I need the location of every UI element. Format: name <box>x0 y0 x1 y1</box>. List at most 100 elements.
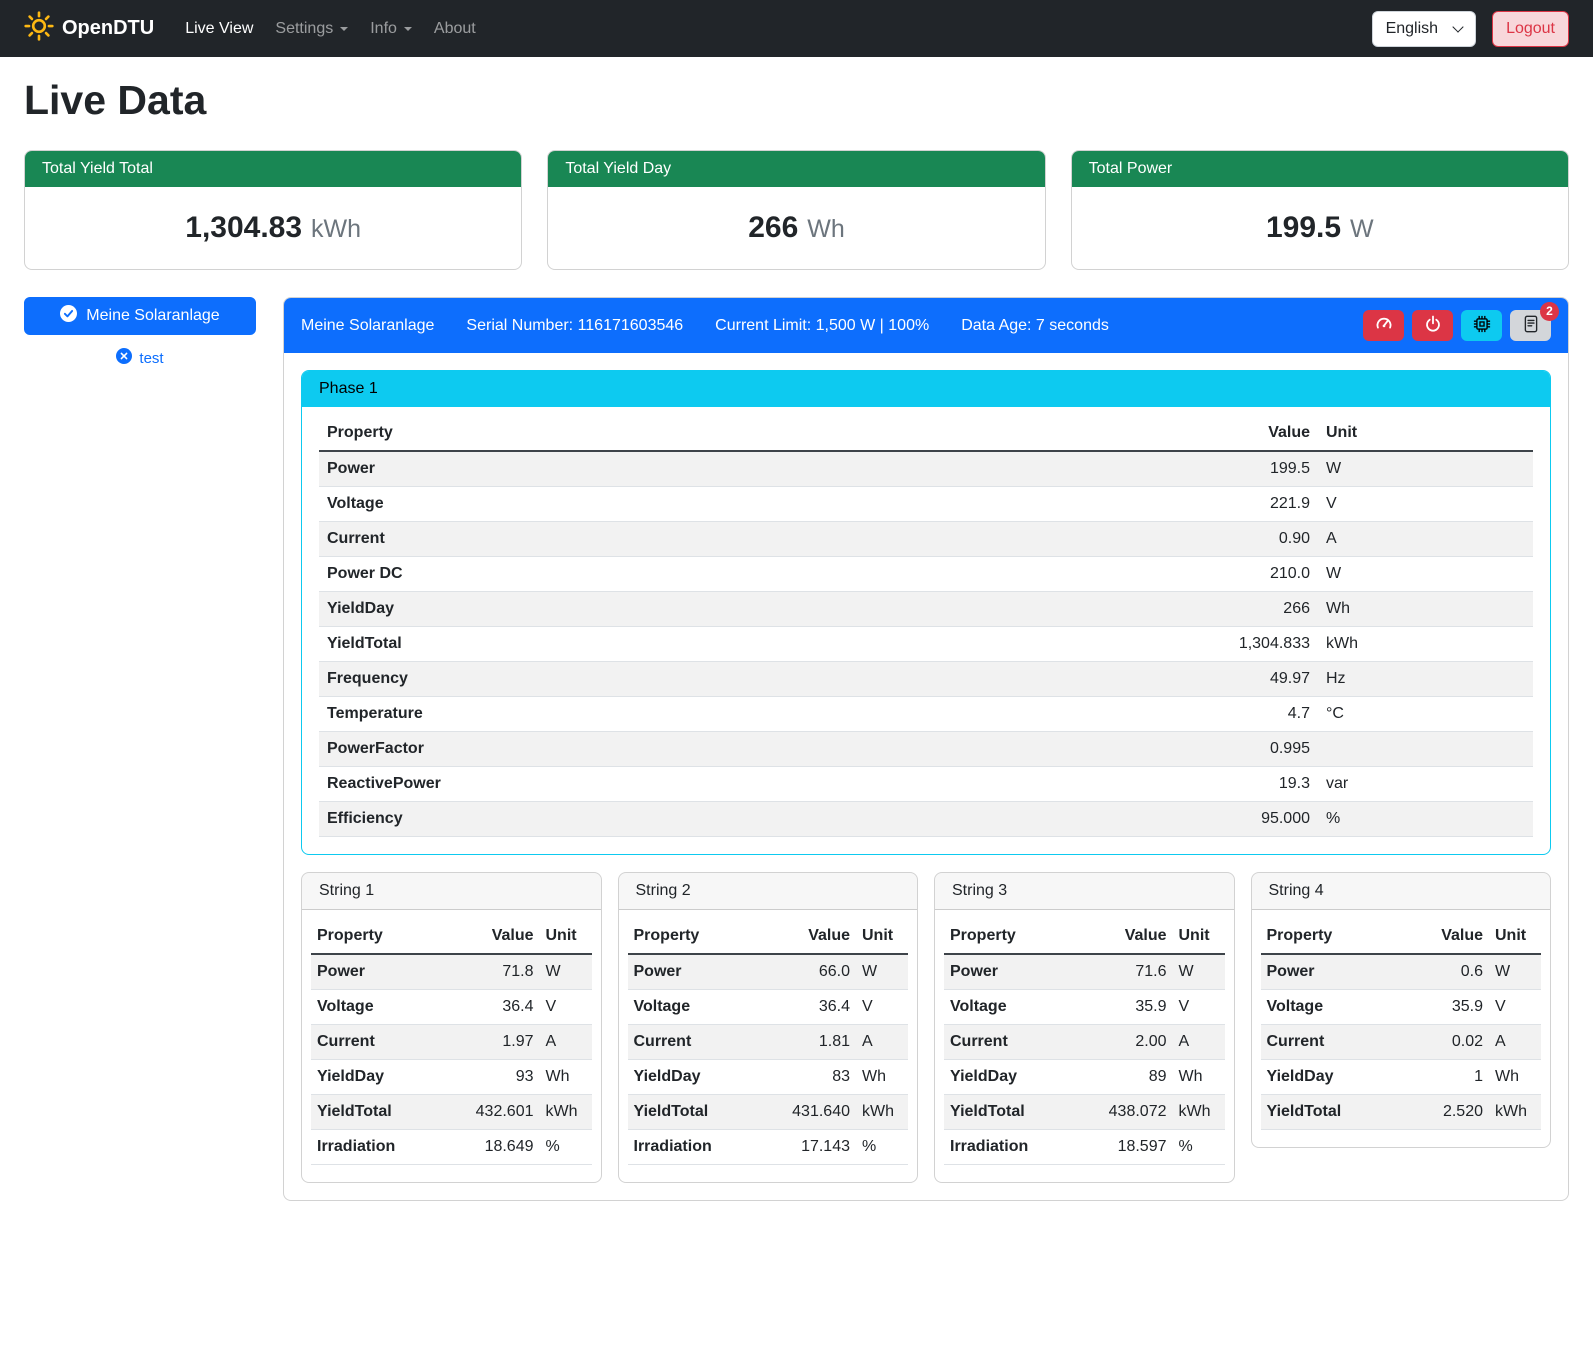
unit-cell <box>1318 732 1533 767</box>
value-cell: 36.4 <box>425 990 539 1025</box>
inverter-test-link[interactable]: test <box>24 348 256 368</box>
inverter-test-label: test <box>139 350 163 367</box>
sun-logo-icon <box>24 11 54 47</box>
unit-cell: A <box>1489 1025 1541 1060</box>
table-row: Power DC 210.0 W <box>319 557 1533 592</box>
nav-about[interactable]: About <box>425 12 485 46</box>
unit-cell: A <box>856 1025 908 1060</box>
value-cell: 19.3 <box>819 767 1319 802</box>
journal-icon <box>1522 315 1540 336</box>
unit-cell: V <box>1489 990 1541 1025</box>
power-button[interactable] <box>1412 310 1453 341</box>
value-cell: 95.000 <box>819 802 1319 837</box>
caret-down-icon <box>404 27 412 31</box>
property-cell: ReactivePower <box>319 767 819 802</box>
language-select-value: English <box>1386 20 1438 38</box>
unit-cell: Wh <box>1318 592 1533 627</box>
unit-cell: kWh <box>856 1095 908 1130</box>
table-row: Power 71.6 W <box>944 954 1225 990</box>
value-column-header: Value <box>1058 919 1172 954</box>
property-cell: Power <box>311 954 425 990</box>
property-cell: Power <box>1261 954 1375 990</box>
unit-column-header: Unit <box>856 919 908 954</box>
nav-info-label: Info <box>370 20 397 38</box>
value-cell: 18.649 <box>425 1130 539 1165</box>
inverter-current-limit: Current Limit: 1,500 W | 100% <box>715 317 929 335</box>
value-cell: 83 <box>742 1060 856 1095</box>
table-row: YieldTotal 1,304.833 kWh <box>319 627 1533 662</box>
table-row: Power 199.5 W <box>319 451 1533 487</box>
nav-live-view[interactable]: Live View <box>176 12 262 46</box>
table-header-row: Property Value Unit <box>319 416 1533 451</box>
nav-info[interactable]: Info <box>361 12 421 46</box>
property-cell: Frequency <box>319 662 819 697</box>
unit-cell: % <box>856 1130 908 1165</box>
value-cell: 2.00 <box>1058 1025 1172 1060</box>
inverter-info-button[interactable] <box>1461 310 1502 341</box>
unit-column-header: Unit <box>1318 416 1533 451</box>
unit-cell: W <box>1318 451 1533 487</box>
summary-card-unit: W <box>1350 215 1374 243</box>
summary-card: Total Yield Total 1,304.83kWh <box>24 150 522 270</box>
value-cell: 0.02 <box>1375 1025 1489 1060</box>
property-cell: Irradiation <box>944 1130 1058 1165</box>
table-row: Irradiation 18.649 % <box>311 1130 592 1165</box>
nav-settings[interactable]: Settings <box>266 12 357 46</box>
limit-settings-button[interactable] <box>1363 310 1404 341</box>
value-cell: 432.601 <box>425 1095 539 1130</box>
page-title: Live Data <box>24 77 1569 124</box>
inverter-sidebar: Meine Solaranlage test <box>24 297 256 368</box>
table-row: Voltage 35.9 V <box>1261 990 1542 1025</box>
table-row: ReactivePower 19.3 var <box>319 767 1533 802</box>
unit-cell: W <box>540 954 592 990</box>
table-header-row: Property Value Unit <box>944 919 1225 954</box>
summary-card-unit: kWh <box>311 215 361 243</box>
strings-row: String 1 Property Value Unit <box>301 872 1551 1183</box>
unit-cell: A <box>1173 1025 1225 1060</box>
property-cell: Voltage <box>311 990 425 1025</box>
nav-settings-label: Settings <box>275 20 333 38</box>
value-cell: 0.995 <box>819 732 1319 767</box>
inverter-data-age: Data Age: 7 seconds <box>961 317 1109 335</box>
value-cell: 221.9 <box>819 487 1319 522</box>
summary-card-value: 199.5 <box>1266 211 1341 244</box>
unit-column-header: Unit <box>1489 919 1541 954</box>
unit-cell: V <box>856 990 908 1025</box>
brand[interactable]: OpenDTU <box>24 11 154 47</box>
language-select[interactable]: English <box>1372 11 1476 47</box>
value-cell: 4.7 <box>819 697 1319 732</box>
property-column-header: Property <box>944 919 1058 954</box>
x-circle-icon <box>116 348 132 368</box>
unit-cell: A <box>1318 522 1533 557</box>
property-cell: Power <box>628 954 742 990</box>
property-cell: YieldDay <box>1261 1060 1375 1095</box>
property-cell: YieldDay <box>319 592 819 627</box>
value-column-header: Value <box>742 919 856 954</box>
summary-row: Total Yield Total 1,304.83kWh Total Yiel… <box>24 150 1569 270</box>
unit-cell: V <box>1318 487 1533 522</box>
table-row: Voltage 36.4 V <box>628 990 909 1025</box>
string-card: String 4 Property Value Unit <box>1251 872 1552 1148</box>
inverter-select-button[interactable]: Meine Solaranlage <box>24 297 256 335</box>
unit-cell: °C <box>1318 697 1533 732</box>
property-cell: Efficiency <box>319 802 819 837</box>
string-table: Property Value Unit Power <box>628 919 909 1165</box>
value-cell: 71.8 <box>425 954 539 990</box>
table-row: Temperature 4.7 °C <box>319 697 1533 732</box>
value-cell: 199.5 <box>819 451 1319 487</box>
property-column-header: Property <box>311 919 425 954</box>
summary-card-title: Total Power <box>1072 151 1568 187</box>
property-cell: Current <box>319 522 819 557</box>
unit-cell: W <box>1489 954 1541 990</box>
property-cell: YieldTotal <box>1261 1095 1375 1130</box>
unit-cell: kWh <box>1318 627 1533 662</box>
events-button[interactable]: 2 <box>1510 310 1551 341</box>
property-cell: Voltage <box>319 487 819 522</box>
property-cell: Power <box>319 451 819 487</box>
table-row: YieldTotal 431.640 kWh <box>628 1095 909 1130</box>
logout-button[interactable]: Logout <box>1492 11 1569 47</box>
property-cell: Voltage <box>1261 990 1375 1025</box>
unit-cell: % <box>540 1130 592 1165</box>
table-row: Current 1.97 A <box>311 1025 592 1060</box>
unit-cell: W <box>856 954 908 990</box>
